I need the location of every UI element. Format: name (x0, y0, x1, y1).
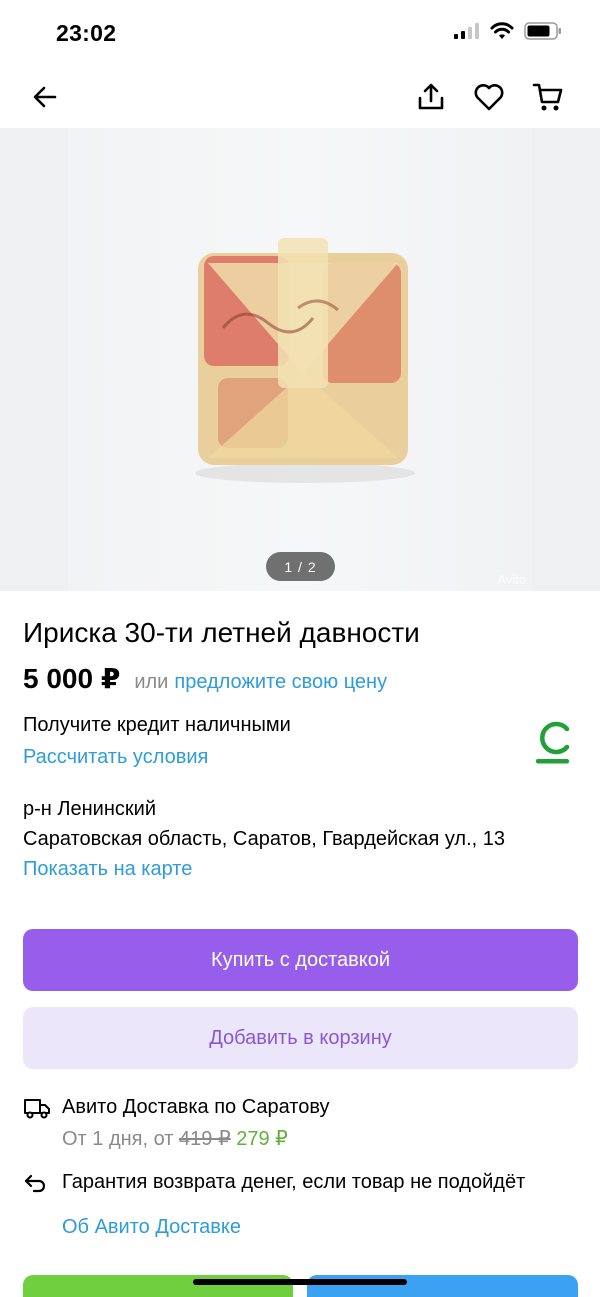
shopping-cart-icon (532, 83, 563, 111)
guarantee-text: Гарантия возврата денег, если товар не п… (62, 1171, 526, 1193)
arrow-left-icon (33, 86, 57, 108)
bank-logo-icon (536, 721, 570, 764)
credit-calculate-link[interactable]: Рассчитать условия (23, 746, 208, 769)
photo-gallery[interactable]: 1 / 2 Avito (0, 128, 600, 591)
listing-title: Ириска 30-ти летней давности (23, 617, 420, 648)
delivery-terms-prefix: От 1 дня, от (62, 1128, 174, 1150)
offer-price-link[interactable]: предложите свою цену (174, 671, 387, 694)
battery-icon (524, 22, 561, 40)
location-address: Саратовская область, Саратов, Гвардейска… (23, 828, 506, 850)
status-bar: 23:02 (0, 0, 600, 66)
status-icons (454, 22, 562, 40)
delivery-old-price: 419 ₽ (179, 1128, 231, 1150)
share-button[interactable] (413, 79, 449, 115)
delivery-terms: От 1 дня, от 419 ₽ 279 ₽ (62, 1126, 288, 1151)
toffee-photo-image (195, 238, 415, 483)
wifi-icon (490, 22, 514, 39)
avito-watermark: Avito (497, 572, 526, 587)
share-icon (418, 83, 444, 110)
about-delivery-link[interactable]: Об Авито Доставке (62, 1216, 241, 1239)
status-time: 23:02 (56, 20, 117, 46)
heart-icon (474, 84, 504, 111)
buy-with-delivery-button[interactable]: Купить с доставкой (23, 929, 578, 991)
top-navigation-bar (0, 66, 600, 128)
bank-logo[interactable] (534, 714, 570, 770)
price-or-label: или (134, 671, 169, 693)
delivery-new-price: 279 ₽ (236, 1128, 288, 1150)
location-district: р-н Ленинский (23, 798, 156, 820)
delivery-truck-icon (24, 1099, 50, 1119)
return-arrow-icon (24, 1174, 46, 1193)
cart-button[interactable] (530, 79, 566, 115)
photo-counter: 1 / 2 (266, 552, 335, 581)
show-on-map-link[interactable]: Показать на карте (23, 858, 192, 881)
price-row: 5 000 ₽ или предложите свою цену (23, 662, 387, 695)
product-photo[interactable] (68, 128, 532, 591)
listing-price: 5 000 ₽ (23, 663, 121, 694)
back-button[interactable] (27, 79, 63, 115)
delivery-title: Авито Доставка по Саратову (62, 1096, 330, 1118)
home-indicator (193, 1279, 407, 1285)
credit-title: Получите кредит наличными (23, 714, 291, 736)
favorite-button[interactable] (471, 79, 507, 115)
cellular-signal-icon (454, 23, 479, 39)
add-to-cart-button[interactable]: Добавить в корзину (23, 1007, 578, 1069)
